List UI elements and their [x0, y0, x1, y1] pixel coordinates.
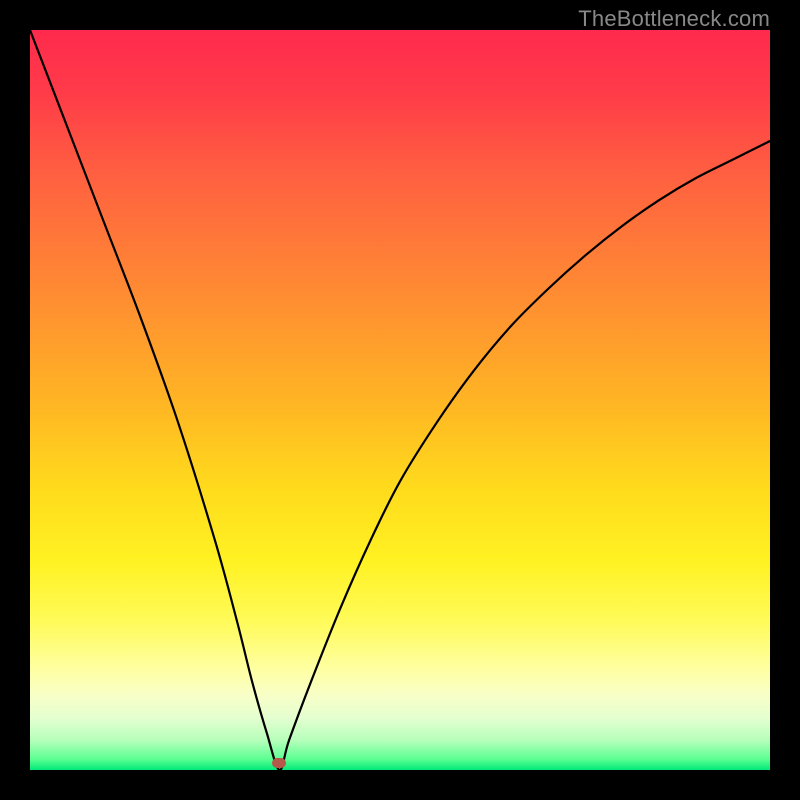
curve-layer — [30, 30, 770, 770]
bottleneck-curve — [30, 30, 770, 770]
bottleneck-chart: TheBottleneck.com — [0, 0, 800, 800]
plot-area — [30, 30, 770, 770]
watermark-text: TheBottleneck.com — [578, 6, 770, 32]
minimum-marker — [272, 758, 286, 768]
